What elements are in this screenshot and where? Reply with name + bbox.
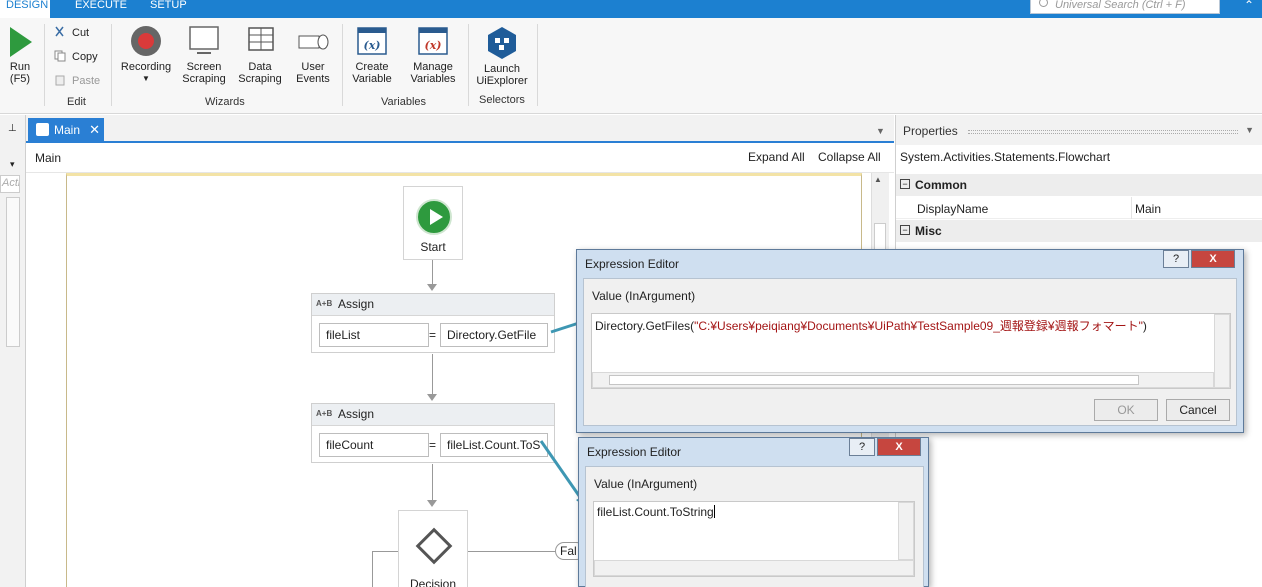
ok-button[interactable]: OK	[1094, 399, 1158, 421]
category-common-label: Common	[915, 178, 967, 192]
dialog-body: Value (InArgument) Directory.GetFiles("C…	[583, 278, 1237, 426]
expression-input[interactable]: fileList.Count.ToString	[593, 501, 915, 577]
expression-editor-dialog-2: Expression Editor ? X Value (InArgument)…	[578, 437, 929, 587]
expression-close: )	[1142, 319, 1147, 333]
property-value[interactable]: Main	[1135, 202, 1161, 216]
cancel-button[interactable]: Cancel	[1166, 399, 1230, 421]
properties-type: System.Activities.Statements.Flowchart	[900, 150, 1111, 164]
dialog-body: Value (InArgument) fileList.Count.ToStri…	[585, 466, 924, 587]
category-misc-label: Misc	[915, 224, 942, 238]
dialog-title: Expression Editor	[587, 445, 682, 459]
vertical-scrollbar[interactable]	[898, 502, 914, 560]
category-misc[interactable]: − Misc	[896, 220, 1262, 242]
panel-grip	[968, 130, 1238, 134]
close-button[interactable]: X	[877, 438, 921, 456]
collapse-icon[interactable]: −	[900, 225, 910, 235]
expression-editor-dialog-1: Expression Editor ? X Value (InArgument)…	[576, 249, 1244, 433]
close-button[interactable]: X	[1191, 250, 1235, 268]
horizontal-scrollbar[interactable]	[592, 372, 1214, 388]
column-divider	[1131, 197, 1132, 219]
help-button[interactable]: ?	[849, 438, 875, 456]
expression-text: fileList.Count.ToString	[597, 505, 714, 519]
text-cursor	[713, 505, 715, 518]
expression-input[interactable]: Directory.GetFiles("C:¥Users¥peiqiang¥Do…	[591, 313, 1231, 389]
collapse-icon[interactable]: −	[900, 179, 910, 189]
value-label: Value (InArgument)	[592, 289, 696, 303]
horizontal-scrollbar[interactable]	[594, 560, 914, 576]
scroll-thumb[interactable]	[609, 375, 1139, 385]
expression-call: Directory.GetFiles(	[595, 319, 695, 333]
property-name: DisplayName	[917, 202, 989, 216]
property-row-displayname[interactable]: DisplayName Main	[896, 197, 1262, 219]
expression-path-string: "C:¥Users¥peiqiang¥Documents¥UiPath¥Test…	[694, 319, 1143, 333]
vertical-scrollbar[interactable]	[1214, 314, 1230, 388]
category-common[interactable]: − Common	[896, 174, 1262, 196]
dialog-title: Expression Editor	[585, 257, 680, 271]
value-label: Value (InArgument)	[594, 477, 698, 491]
chevron-down-icon[interactable]: ▼	[1245, 125, 1254, 135]
help-button[interactable]: ?	[1163, 250, 1189, 268]
